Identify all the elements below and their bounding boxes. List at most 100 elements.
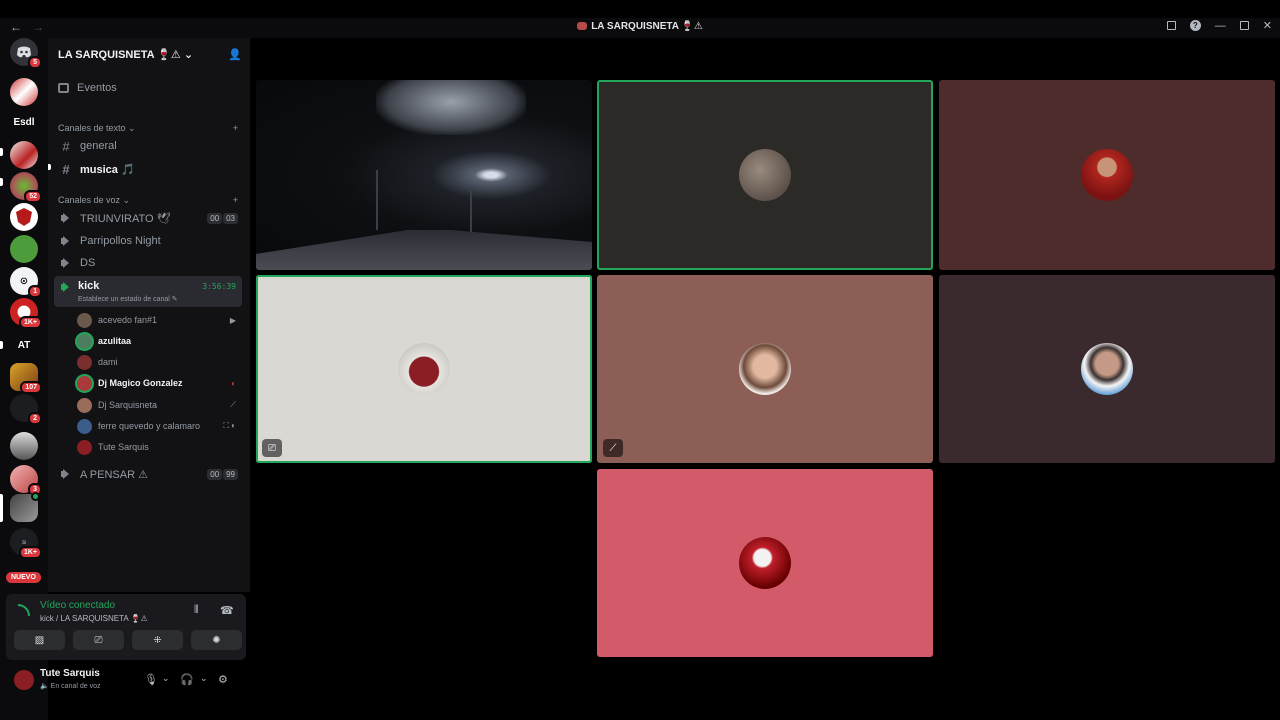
muted-mic-icon: ⟋ — [603, 439, 623, 457]
server-icon-9[interactable]: 2 — [10, 394, 42, 425]
participant-avatar — [1081, 343, 1133, 395]
selected-pill — [0, 494, 3, 522]
server-icon-2[interactable] — [10, 141, 38, 169]
new-badge[interactable]: NUEVO — [6, 572, 41, 583]
participant-avatar — [398, 343, 450, 395]
username[interactable]: Tute Sarquis — [40, 668, 100, 679]
voice-user[interactable]: Dj Magico Gonzalez ◐ — [77, 373, 242, 393]
participant-avatar — [739, 149, 791, 201]
mute-icon: ⟋ — [230, 400, 236, 409]
camera-off-button[interactable]: ▨ — [14, 630, 65, 650]
close-icon[interactable]: ✕ — [1263, 19, 1272, 32]
channel-general[interactable]: # general — [54, 136, 242, 156]
disconnect-icon[interactable]: ☎ — [220, 604, 234, 617]
speaker-icon — [60, 258, 72, 268]
user-limit: 00 03 — [206, 212, 238, 224]
voice-user[interactable]: Dj Sarquisneta ⟋ — [77, 395, 242, 415]
server-icon-7[interactable]: 1K+ — [10, 298, 42, 329]
speaker-icon — [60, 213, 72, 223]
server-icon-5[interactable] — [10, 235, 38, 263]
channel-status[interactable]: Establece un estado de canal ✎ — [78, 295, 178, 303]
voice-channel-ds[interactable]: DS — [54, 253, 242, 273]
unread-dot — [48, 164, 51, 170]
connection-location[interactable]: kick / LA SARQUISNETA 🍷⚠ — [40, 614, 148, 623]
voice-channel-a-pensar[interactable]: A PENSAR ⚠ 00 99 — [54, 464, 242, 484]
avatar — [77, 312, 92, 328]
guild-header[interactable]: LA SARQUISNETA 🍷⚠ ⌄ 👤 — [48, 38, 250, 70]
participant-avatar — [739, 537, 791, 589]
microphone-icon[interactable]: 🎙 — [144, 673, 158, 686]
server-icon — [577, 22, 588, 30]
category-text-channels[interactable]: Canales de texto ⌄ + — [58, 123, 238, 134]
headphones-icon[interactable]: 🎧 — [180, 673, 194, 686]
help-icon[interactable]: ? — [1189, 20, 1201, 31]
hash-icon: # — [62, 138, 70, 154]
avatar — [77, 418, 92, 434]
maximize-icon[interactable] — [1239, 21, 1249, 30]
noise-suppression-icon[interactable]: ⫴ — [194, 604, 199, 617]
server-icon-11[interactable]: 3 — [10, 465, 42, 496]
user-panel: Tute Sarquis 🔈 En canal de voz 🎙 ⌄ 🎧 ⌄ ⚙ — [6, 662, 246, 698]
participant-tile[interactable] — [939, 80, 1275, 270]
voice-user[interactable]: acevedo fan#1 ▶ — [77, 310, 242, 330]
server-icon-active[interactable] — [10, 492, 40, 522]
events-link[interactable]: Eventos — [58, 82, 117, 94]
activities-button[interactable]: ⁜ — [132, 630, 183, 650]
server-icon-12[interactable]: ≋ 1K+ — [10, 528, 42, 559]
server-icon-esdl[interactable]: Esdl — [10, 108, 38, 136]
voice-user[interactable]: ferre quevedo y calamaro ⛶ ◐ — [77, 416, 242, 436]
user-state: 🔈 En canal de voz — [40, 683, 101, 690]
participant-tile[interactable] — [597, 80, 933, 270]
channel-musica[interactable]: # musica 🎵 — [54, 159, 242, 179]
screen-share-icon: ⎚ — [94, 634, 103, 646]
window-title: LA SARQUISNETA 🍷⚠ — [0, 21, 1280, 32]
inbox-icon[interactable] — [1166, 21, 1176, 30]
participant-tile[interactable] — [939, 275, 1275, 463]
participant-tile[interactable] — [597, 469, 933, 657]
user-limit: 00 99 — [206, 468, 238, 480]
voice-channel-kick[interactable]: kick Establece un estado de canal ✎ 3:56… — [54, 276, 242, 307]
voice-channel-triunvirato[interactable]: TRIUNVIRATO 🕊 00 03 — [54, 208, 242, 228]
call-timer: 3:56:39 — [202, 282, 236, 291]
server-icon-8[interactable]: 107 — [10, 363, 42, 394]
participant-tile[interactable]: ⎚ — [256, 275, 592, 463]
server-icon-1[interactable] — [10, 78, 38, 106]
signal-icon[interactable] — [18, 604, 30, 616]
server-icon-4[interactable] — [10, 203, 38, 231]
chevron-down-icon[interactable]: ⌄ — [162, 673, 170, 684]
chevron-down-icon: ⌄ — [183, 48, 194, 61]
soundboard-icon: ✺ — [212, 634, 221, 646]
camera-icon: ▶ — [229, 315, 236, 325]
unread-pill — [0, 178, 3, 186]
add-channel-icon[interactable]: + — [233, 123, 238, 134]
video-frame — [256, 230, 592, 270]
add-channel-icon[interactable]: + — [233, 195, 238, 206]
category-voice-channels[interactable]: Canales de voz ⌄ + — [58, 195, 238, 206]
screen-share-button[interactable]: ⎚ — [73, 630, 124, 650]
connection-status[interactable]: Vídeo conectado — [40, 600, 115, 611]
avatar[interactable] — [14, 670, 34, 690]
gear-icon[interactable]: ⚙ — [218, 673, 228, 686]
soundboard-button[interactable]: ✺ — [191, 630, 242, 650]
participant-tile[interactable]: ⟋ — [597, 275, 933, 463]
channel-sidebar: LA SARQUISNETA 🍷⚠ ⌄ 👤 Eventos Canales de… — [48, 38, 250, 592]
participant-avatar — [739, 343, 791, 395]
participant-avatar — [1081, 149, 1133, 201]
server-icon-3[interactable]: 52 — [10, 172, 42, 203]
video-stream-tile[interactable] — [256, 80, 592, 270]
minimize-icon[interactable]: — — [1215, 20, 1226, 32]
server-icon-6[interactable]: ⊙ 1 — [10, 267, 42, 298]
voice-user[interactable]: Tute Sarquis — [77, 437, 242, 457]
voice-user[interactable]: azulitaa — [77, 331, 242, 351]
activities-icon: ⁜ — [153, 634, 162, 646]
server-icon-10[interactable] — [10, 432, 38, 460]
chevron-down-icon[interactable]: ⌄ — [200, 673, 208, 684]
voice-user[interactable]: dami — [77, 352, 242, 372]
voice-channel-parripollos[interactable]: Parripollos Night — [54, 231, 242, 251]
add-friend-icon[interactable]: 👤 — [228, 48, 242, 61]
discord-home-icon[interactable]: 5 — [10, 38, 42, 69]
server-icon-at[interactable]: AT — [10, 331, 38, 359]
video-frame — [376, 170, 378, 230]
speaker-icon — [60, 282, 72, 292]
avatar — [77, 397, 92, 413]
